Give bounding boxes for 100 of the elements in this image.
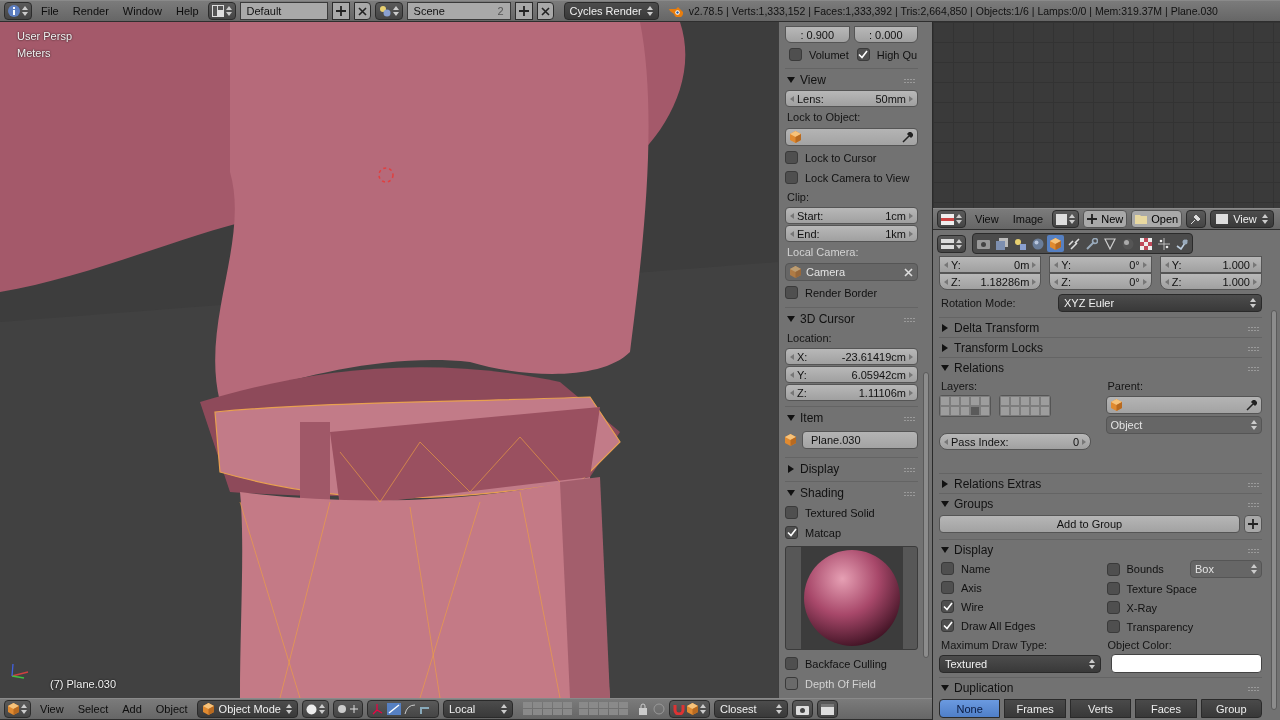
panel-header[interactable]: Display [939, 539, 1262, 559]
name-field[interactable]: Plane.030 [802, 431, 918, 449]
segment-button[interactable]: Verts [1069, 699, 1132, 718]
scrollbar[interactable] [1271, 310, 1277, 710]
layer-toggle[interactable] [1020, 406, 1030, 416]
number-field[interactable]: X: -23.61419cm [785, 348, 918, 365]
number-field[interactable]: Pass Index: 0 [939, 433, 1091, 450]
layer-toggle[interactable] [1040, 406, 1050, 416]
left-arrow-icon[interactable] [790, 212, 794, 219]
object-field[interactable] [785, 128, 918, 146]
editor-type-button[interactable] [4, 700, 31, 718]
left-arrow-icon[interactable] [790, 389, 794, 396]
layer-toggle[interactable] [970, 396, 980, 406]
panel-header[interactable]: Groups [939, 493, 1262, 513]
panel-header[interactable]: Duplication [939, 677, 1262, 697]
menu-item[interactable]: Add [117, 700, 147, 718]
panel-header[interactable]: Transform Locks [939, 337, 1262, 357]
right-arrow-icon[interactable] [909, 95, 913, 102]
left-arrow-icon[interactable] [790, 95, 794, 102]
layer-toggle[interactable] [940, 396, 950, 406]
pin-button[interactable] [1186, 210, 1207, 228]
left-arrow-icon[interactable] [1164, 261, 1169, 268]
menu-item[interactable]: View [970, 210, 1004, 228]
right-arrow-icon[interactable] [1142, 278, 1147, 285]
close-icon[interactable] [540, 6, 550, 16]
checkbox[interactable]: Render Border [785, 283, 918, 302]
panel-header[interactable]: 3D Cursor [785, 307, 918, 329]
segment-button[interactable]: Group [1200, 699, 1263, 718]
left-arrow-icon[interactable] [790, 230, 794, 237]
right-arrow-icon[interactable] [1253, 261, 1257, 268]
left-arrow-icon[interactable] [1164, 278, 1169, 285]
layer-toggle[interactable] [1000, 396, 1010, 406]
number-field[interactable]: Y: 1.000 [1159, 256, 1262, 273]
render-engine-dropdown[interactable]: Cycles Render [563, 2, 659, 20]
properties-tab[interactable] [993, 235, 1010, 252]
checkbox[interactable]: Lock to Cursor [785, 148, 918, 167]
checkbox[interactable]: X-Ray [1106, 598, 1262, 617]
shading-dropdown[interactable] [302, 700, 329, 718]
panel-header[interactable]: Shading [785, 481, 918, 503]
number-field[interactable]: Start: 1cm [785, 207, 918, 224]
delete-layout-button[interactable] [353, 2, 371, 20]
mode-dropdown[interactable]: Object Mode [196, 700, 298, 718]
checkbox[interactable]: Draw All Edges [941, 616, 1097, 635]
add-button[interactable] [1244, 515, 1262, 533]
animation-render-button[interactable] [817, 700, 838, 718]
plus-icon[interactable] [1248, 519, 1258, 529]
checkbox[interactable]: Volumet [789, 45, 849, 64]
right-arrow-icon[interactable] [909, 230, 913, 237]
number-field[interactable]: Z: 1.000 [1159, 273, 1262, 290]
scrollbar[interactable] [923, 372, 929, 658]
left-arrow-icon[interactable] [1054, 261, 1059, 268]
plus-icon[interactable] [335, 6, 346, 16]
layer-toggle[interactable] [960, 406, 970, 416]
right-arrow-icon[interactable] [909, 353, 913, 360]
plus-icon[interactable] [1087, 214, 1098, 224]
right-arrow-icon[interactable] [909, 212, 913, 219]
checkbox[interactable]: Textured Solid [785, 503, 918, 522]
layout-field[interactable]: Default [239, 2, 328, 20]
manipulator-button[interactable] [367, 700, 439, 718]
checkbox[interactable]: Bounds [1106, 559, 1184, 579]
editor-type-button[interactable] [937, 210, 966, 228]
number-field[interactable]: Lens: 50mm [785, 90, 918, 107]
menu-item[interactable]: Object [150, 700, 193, 718]
delete-scene-button[interactable] [536, 2, 554, 20]
new-image-button[interactable]: New [1083, 210, 1128, 228]
checkbox[interactable]: High Qu [856, 45, 918, 64]
checkbox[interactable]: Texture Space [1106, 579, 1262, 598]
menu-item[interactable]: Select [72, 700, 114, 718]
right-arrow-icon[interactable] [1082, 438, 1086, 445]
menu-item[interactable]: Render [67, 2, 114, 20]
eyedropper-icon[interactable] [1246, 399, 1257, 411]
menu-item[interactable]: View [35, 700, 69, 718]
left-arrow-icon[interactable] [790, 353, 794, 360]
add-layout-button[interactable] [331, 2, 350, 20]
right-arrow-icon[interactable] [1032, 261, 1037, 268]
layer-toggle[interactable] [980, 396, 990, 406]
checkbox[interactable]: Axis [941, 578, 1097, 597]
layer-toggle[interactable] [1030, 396, 1040, 406]
layer-toggle[interactable] [1010, 396, 1020, 406]
menu-item[interactable]: Image [1007, 210, 1049, 228]
segment-button[interactable]: Faces [1135, 699, 1197, 718]
layer-toggle[interactable] [970, 406, 980, 416]
layer-toggle[interactable] [1000, 406, 1010, 416]
layer-toggle[interactable] [1020, 396, 1030, 406]
orientation-dropdown[interactable]: Local [443, 700, 513, 718]
parent-type-dropdown[interactable]: Object [1105, 416, 1262, 434]
right-arrow-icon[interactable] [1032, 278, 1037, 285]
number-field[interactable]: : 0.000 [853, 26, 918, 43]
number-field[interactable]: Z: 1.11106m [785, 384, 918, 401]
checkbox[interactable]: Backface Culling [785, 654, 918, 673]
close-icon[interactable] [357, 6, 367, 16]
layer-toggle[interactable] [950, 406, 960, 416]
draw-type-dropdown[interactable]: Textured [939, 654, 1101, 673]
left-arrow-icon[interactable] [1054, 278, 1059, 285]
right-arrow-icon[interactable] [909, 389, 913, 396]
add-scene-button[interactable] [514, 2, 533, 20]
panel-header[interactable]: Relations [939, 357, 1262, 377]
open-image-button[interactable]: Open [1131, 210, 1183, 228]
layer-grid[interactable] [999, 395, 1051, 417]
layer-grid[interactable] [939, 395, 991, 417]
